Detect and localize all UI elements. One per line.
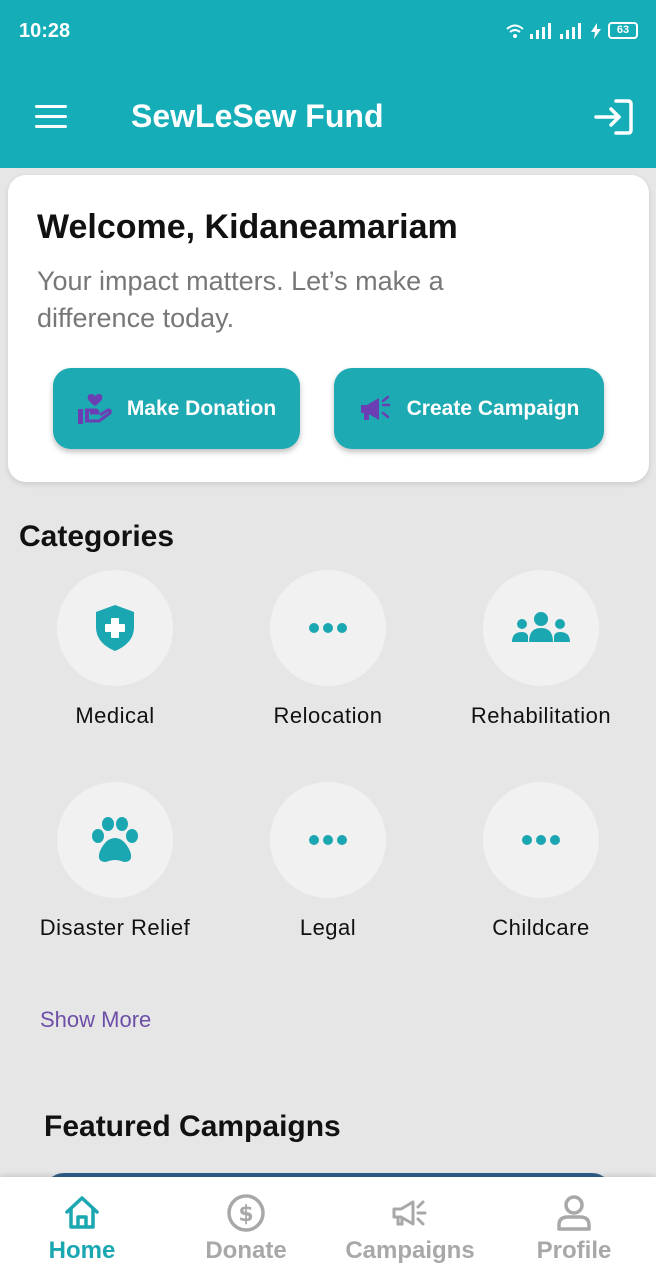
- group-icon: [512, 612, 570, 642]
- nav-donate-label: Donate: [205, 1237, 287, 1264]
- nav-home[interactable]: Home: [0, 1177, 164, 1280]
- menu-button[interactable]: [33, 100, 69, 132]
- category-label-medical: Medical: [75, 703, 155, 728]
- bottom-navigation: Home $ Donate Campaigns Profile: [0, 1177, 656, 1280]
- svg-text:$: $: [238, 1202, 253, 1227]
- category-medical[interactable]: [57, 570, 173, 686]
- nav-campaigns-label: Campaigns: [345, 1237, 475, 1264]
- category-disaster-relief[interactable]: [57, 782, 173, 898]
- home-icon: [65, 1196, 99, 1229]
- show-more-link[interactable]: Show More: [40, 1007, 151, 1033]
- shield-plus-icon: [96, 605, 134, 651]
- featured-campaigns-title: Featured Campaigns: [44, 1110, 341, 1143]
- signal-icon-2: [560, 22, 581, 39]
- donate-hand-heart-icon: [77, 393, 112, 424]
- status-bar: 10:28 63: [0, 0, 656, 66]
- status-icons: 63: [506, 22, 638, 39]
- signal-icon: [530, 22, 551, 39]
- app-header: 10:28 63 SewLeSew Fund: [0, 0, 656, 168]
- nav-campaigns[interactable]: Campaigns: [328, 1177, 492, 1280]
- create-campaign-button[interactable]: Create Campaign: [334, 368, 604, 449]
- make-donation-button[interactable]: Make Donation: [53, 368, 300, 449]
- charging-icon: [591, 22, 601, 39]
- more-dots-icon: [309, 835, 347, 845]
- nav-home-label: Home: [48, 1237, 116, 1264]
- welcome-title: Welcome, Kidaneamariam: [37, 208, 458, 246]
- category-label-relocation: Relocation: [273, 703, 383, 728]
- nav-profile[interactable]: Profile: [492, 1177, 656, 1280]
- hamburger-icon: [35, 105, 67, 128]
- person-icon: [557, 1195, 591, 1231]
- dollar-circle-icon: $: [227, 1194, 265, 1232]
- more-dots-icon: [309, 623, 347, 633]
- logout-icon: [594, 99, 633, 135]
- create-campaign-label: Create Campaign: [406, 396, 580, 420]
- welcome-subtitle: Your impact matters. Let’s make a differ…: [37, 266, 444, 333]
- category-label-rehabilitation: Rehabilitation: [470, 703, 612, 728]
- status-time: 10:28: [19, 20, 71, 42]
- battery-icon: 63: [608, 22, 638, 39]
- paw-icon: [92, 817, 138, 862]
- category-relocation[interactable]: [270, 570, 386, 686]
- nav-profile-label: Profile: [536, 1237, 612, 1264]
- wifi-icon: [506, 24, 524, 38]
- category-label-disaster-relief: Disaster Relief: [39, 915, 191, 940]
- nav-donate[interactable]: $ Donate: [164, 1177, 328, 1280]
- app-title: SewLeSew Fund: [131, 98, 384, 134]
- megaphone-icon: [360, 395, 390, 420]
- more-dots-icon: [522, 835, 560, 845]
- make-donation-label: Make Donation: [126, 396, 277, 420]
- welcome-card: Welcome, Kidaneamariam Your impact matte…: [8, 175, 649, 482]
- category-legal[interactable]: [270, 782, 386, 898]
- category-rehabilitation[interactable]: [483, 570, 599, 686]
- category-label-legal: Legal: [299, 915, 357, 940]
- megaphone-icon: [392, 1200, 427, 1226]
- category-childcare[interactable]: [483, 782, 599, 898]
- logout-button[interactable]: [592, 97, 634, 137]
- categories-title: Categories: [19, 520, 175, 553]
- category-label-childcare: Childcare: [492, 915, 590, 940]
